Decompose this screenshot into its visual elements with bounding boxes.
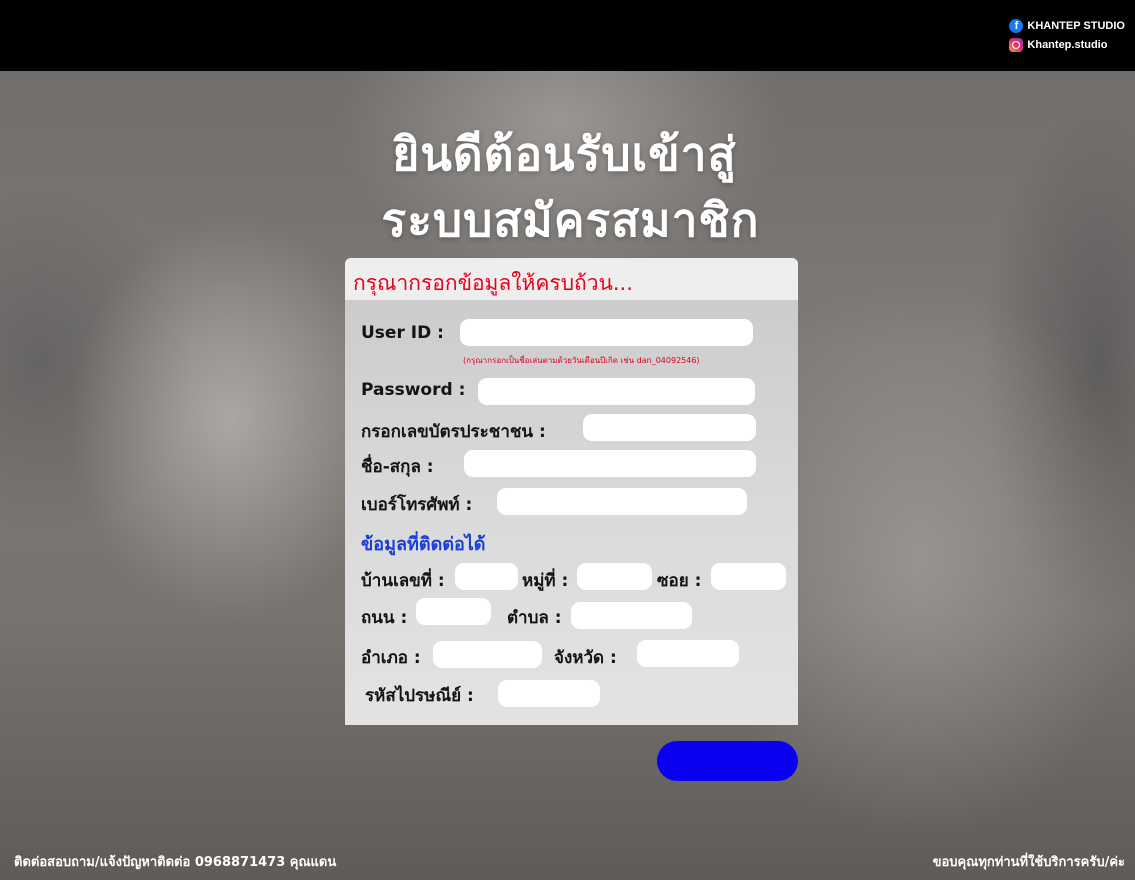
password-label: Password : — [361, 380, 466, 400]
subdistrict-input[interactable] — [571, 602, 692, 629]
page-title-line2: ระบบสมัครสมาชิก — [381, 193, 760, 247]
house-no-label: บ้านเลขที่ : — [361, 571, 445, 591]
full-name-label: ชื่อ-สกุล : — [361, 457, 434, 477]
form-header: กรุณากรอกข้อมูลให้ครบถ้วน... — [345, 258, 798, 300]
registration-form: กรุณากรอกข้อมูลให้ครบถ้วน... User ID : (… — [345, 258, 798, 725]
full-name-input[interactable] — [464, 450, 756, 477]
submit-button[interactable] — [657, 741, 798, 781]
social-links: f KHANTEP STUDIO Khantep.studio — [1009, 18, 1125, 52]
user-id-label: User ID : — [361, 323, 444, 343]
facebook-icon: f — [1009, 18, 1024, 33]
id-card-label: กรอกเลขบัตรประชาชน : — [361, 422, 546, 442]
user-id-input[interactable] — [460, 319, 753, 346]
house-no-input[interactable] — [455, 563, 518, 590]
moo-input[interactable] — [577, 563, 652, 590]
district-input[interactable] — [433, 641, 542, 668]
form-header-text: กรุณากรอกข้อมูลให้ครบถ้วน... — [353, 271, 633, 295]
soi-input[interactable] — [711, 563, 786, 590]
phone-label: เบอร์โทรศัพท์ : — [361, 495, 473, 515]
facebook-label: KHANTEP STUDIO — [1027, 19, 1125, 32]
province-label: จังหวัด : — [554, 648, 617, 668]
contact-section-heading: ข้อมูลที่ติดต่อได้ — [361, 534, 486, 555]
facebook-link[interactable]: f KHANTEP STUDIO — [1009, 18, 1125, 33]
phone-input[interactable] — [497, 488, 747, 515]
page-title-line1: ยินดีต้อนรับเข้าสู่ — [392, 127, 737, 181]
soi-label: ซอย : — [657, 571, 702, 591]
province-input[interactable] — [637, 640, 739, 667]
instagram-icon — [1009, 37, 1024, 52]
footer-thanks: ขอบคุณทุกท่านที่ใช้บริการครับ/ค่ะ — [932, 855, 1125, 870]
postcode-input[interactable] — [498, 680, 600, 707]
district-label: อำเภอ : — [361, 648, 421, 668]
instagram-label: Khantep.studio — [1027, 38, 1108, 51]
road-label: ถนน : — [361, 608, 408, 628]
footer-contact: ติดต่อสอบถาม/แจ้งปัญหาติดต่อ 0968871473 … — [14, 855, 337, 870]
road-input[interactable] — [416, 598, 491, 625]
user-id-hint: (กรุณากรอกเป็นชื่อเล่นตามด้วยวันเดือนปีเ… — [463, 356, 700, 365]
password-input[interactable] — [478, 378, 755, 405]
top-bar: f KHANTEP STUDIO Khantep.studio — [0, 0, 1135, 71]
moo-label: หมู่ที่ : — [522, 571, 569, 591]
id-card-input[interactable] — [583, 414, 756, 441]
instagram-link[interactable]: Khantep.studio — [1009, 37, 1125, 52]
postcode-label: รหัสไปรษณีย์ : — [365, 686, 474, 706]
subdistrict-label: ตำบล : — [507, 608, 562, 628]
